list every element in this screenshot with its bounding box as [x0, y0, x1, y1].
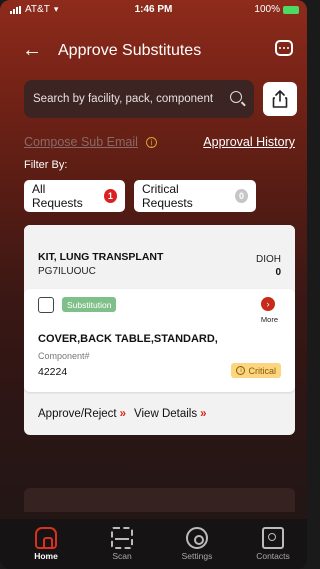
filter-critical-requests[interactable]: Critical Requests 0 [134, 180, 256, 212]
component-number: 42224 [38, 366, 68, 378]
dioh-value: 0 [275, 267, 281, 278]
component-name: COVER,BACK TABLE,STANDARD, [38, 333, 218, 345]
search-placeholder: Search by facility, pack, component [33, 93, 214, 105]
nav-scan[interactable]: Scan [97, 527, 147, 561]
chip-label: All Requests [32, 182, 83, 210]
card-actions: Approve/Reject» View Details» [38, 408, 207, 420]
approval-history-link[interactable]: Approval History [203, 135, 295, 149]
search-icon[interactable] [230, 91, 242, 103]
battery-label: 100% [254, 4, 280, 15]
kit-name: KIT, LUNG TRANSPLANT [38, 251, 164, 263]
contacts-icon [262, 527, 284, 549]
home-icon [35, 527, 57, 549]
component-label: Component# [38, 351, 90, 361]
count-badge: 0 [234, 189, 248, 203]
share-icon [272, 90, 288, 108]
chat-bubble-icon[interactable] [275, 40, 293, 56]
filter-all-requests[interactable]: All Requests 1 [24, 180, 125, 212]
filter-label: Filter By: [24, 159, 68, 171]
compose-sub-email-link[interactable]: Compose Sub Email i [24, 135, 157, 149]
more-chevron-icon[interactable]: › [261, 297, 275, 311]
settings-gear-icon [186, 527, 208, 549]
critical-badge: i Critical [231, 363, 281, 378]
critical-label: Critical [248, 365, 276, 376]
bottom-nav: Home Scan Settings Contacts [0, 519, 307, 569]
dioh-label: DIOH [256, 254, 281, 265]
approve-reject-button[interactable]: Approve/Reject» [38, 408, 127, 420]
select-checkbox[interactable] [38, 297, 54, 313]
status-bar: AT&T ▾ 1:46 PM 100% [0, 0, 307, 20]
info-icon: i [236, 366, 246, 375]
compose-label: Compose Sub Email [24, 135, 138, 149]
back-arrow-icon[interactable]: ← [22, 40, 42, 60]
nav-settings[interactable]: Settings [172, 527, 222, 561]
chip-label: Critical Requests [142, 182, 193, 210]
double-chevron-icon: » [119, 408, 127, 420]
kit-code: PG7ILUOUC [38, 266, 96, 277]
next-card-peek [24, 488, 295, 512]
kit-header: KIT, LUNG TRANSPLANT PG7ILUOUC DIOH 0 [24, 225, 295, 289]
search-input[interactable]: Search by facility, pack, component [24, 80, 254, 118]
info-icon[interactable]: i [145, 136, 157, 148]
nav-home[interactable]: Home [21, 527, 71, 561]
battery-icon [283, 5, 299, 14]
page-title: Approve Substitutes [58, 42, 202, 59]
share-button[interactable] [263, 82, 297, 116]
double-chevron-icon: » [200, 408, 207, 420]
nav-contacts[interactable]: Contacts [248, 527, 298, 561]
scan-icon [111, 527, 133, 549]
count-badge: 1 [103, 189, 117, 203]
substitution-badge: Substitution [62, 297, 117, 312]
app-screen: AT&T ▾ 1:46 PM 100% ← Approve Substitute… [0, 0, 307, 569]
more-label[interactable]: More [261, 315, 278, 324]
view-details-button[interactable]: View Details» [134, 408, 207, 420]
header: ← Approve Substitutes [0, 38, 307, 68]
request-card: KIT, LUNG TRANSPLANT PG7ILUOUC DIOH 0 Su… [24, 225, 295, 435]
component-item: Substitution › More COVER,BACK TABLE,STA… [24, 289, 295, 392]
